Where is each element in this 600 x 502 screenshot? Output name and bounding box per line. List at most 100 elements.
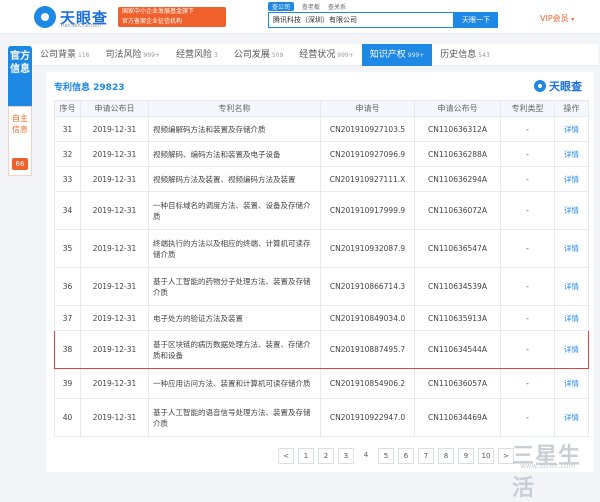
table-row: 35 2019-12-31 终端执行的方法以及相应的终端、计算机可读存储介质 C… xyxy=(54,229,589,268)
cell-pub-no: CN110636057A xyxy=(414,368,501,399)
table-header-row: 序号 申请公布日 专利名称 申请号 申请公布号 专利类型 操作 xyxy=(54,100,589,117)
cell-pub-no: CN110634544A xyxy=(414,330,501,369)
top-bar: 天眼查 TianYanCha.com 国家中小企业发展基金旗下 官方备案企业征信… xyxy=(0,0,600,34)
brand-text: 天眼查 xyxy=(549,80,582,93)
column-header-pub-no: 申请公布号 xyxy=(414,100,501,117)
eye-icon xyxy=(534,80,546,92)
page-button[interactable]: 9 xyxy=(458,448,474,464)
table-row: 34 2019-12-31 一种目标域名的调度方法、装置、设备及存储介质 CN2… xyxy=(54,191,589,230)
detail-link[interactable]: 详情 xyxy=(554,166,589,192)
panel-title: 专利信息 29823 xyxy=(54,80,124,93)
tab-intellectual-property[interactable]: 知识产权 999+ xyxy=(361,44,433,66)
cell-name: 一种目标域名的调度方法、装置、设备及存储介质 xyxy=(148,191,321,230)
cell-pub-no: CN110635913A xyxy=(414,305,501,331)
page-button[interactable]: 6 xyxy=(398,448,414,464)
cell-app-no: CN201910922947.0 xyxy=(320,398,415,437)
cell-type: - xyxy=(500,166,555,192)
tab-count: 116 xyxy=(78,52,90,59)
cell-date: 2019-12-31 xyxy=(80,116,149,142)
page-button[interactable]: 1 xyxy=(298,448,314,464)
vip-label: VIP会员 xyxy=(540,14,569,23)
cell-name: 基于人工智能的药物分子处理方法、装置及存储介质 xyxy=(148,267,321,306)
cell-app-no: CN201910854906.2 xyxy=(320,368,415,399)
page-button[interactable]: 8 xyxy=(438,448,454,464)
tab-count: 999+ xyxy=(407,52,425,59)
cell-app-no: CN201910927103.5 xyxy=(320,116,415,142)
cell-name: 基于区块链的病历数据处理方法、装置、存储介质和设备 xyxy=(148,330,321,369)
patent-count: 29823 xyxy=(93,83,125,93)
vip-menu[interactable]: VIP会员 ▾ xyxy=(540,13,574,24)
search-tab-boss[interactable]: 查老板 xyxy=(302,2,320,11)
detail-link[interactable]: 详情 xyxy=(554,368,589,399)
current-page: 4 xyxy=(363,451,369,459)
detail-link[interactable]: 详情 xyxy=(554,229,589,268)
site-watermark-url: www.3snet.com xyxy=(520,462,576,470)
promo-line-2: 官方备案企业征信机构 xyxy=(122,18,183,25)
promo-banner[interactable]: 国家中小企业发展基金旗下 官方备案企业征信机构 xyxy=(118,7,226,27)
search-button[interactable]: 天眼一下 xyxy=(454,12,498,28)
tab-count: 3 xyxy=(213,52,218,59)
tab-label: 知识产权 xyxy=(369,50,406,60)
detail-link[interactable]: 详情 xyxy=(554,330,589,369)
column-header-date: 申请公布日 xyxy=(80,100,149,117)
cell-pub-no: CN110636294A xyxy=(414,166,501,192)
tab-legal-risk[interactable]: 司法风险 999+ xyxy=(97,44,168,66)
cell-pub-no: CN110634469A xyxy=(414,398,501,437)
cell-no: 38 xyxy=(54,330,81,369)
detail-link[interactable]: 详情 xyxy=(554,116,589,142)
search-tab-company[interactable]: 查公司 xyxy=(268,2,295,11)
page-button[interactable]: 5 xyxy=(378,448,394,464)
tab-company-background[interactable]: 公司背景 116 xyxy=(32,44,97,66)
cell-name: 一种应用访问方法、装置和计算机可读存储介质 xyxy=(148,368,321,399)
cell-name: 视频解码、编码方法和装置及电子设备 xyxy=(148,141,321,167)
page-button[interactable]: 2 xyxy=(318,448,334,464)
tab-label: 经营状况 xyxy=(299,50,336,60)
tab-count: 509 xyxy=(271,52,284,59)
prev-page-button[interactable]: < xyxy=(278,448,294,464)
tab-operating-risk[interactable]: 经营风险 3 xyxy=(168,44,226,66)
search-type-tabs: 查公司 查老板 查关系 xyxy=(268,2,346,11)
column-header-action: 操作 xyxy=(554,100,589,117)
cell-type: - xyxy=(500,330,555,369)
detail-link[interactable]: 详情 xyxy=(554,141,589,167)
cell-no: 32 xyxy=(54,141,81,167)
cell-no: 34 xyxy=(54,191,81,230)
tab-business-status[interactable]: 经营状况 999+ xyxy=(291,44,362,66)
column-header-no: 序号 xyxy=(54,100,81,117)
cell-type: - xyxy=(500,305,555,331)
cell-type: - xyxy=(500,116,555,142)
cell-pub-no: CN110636288A xyxy=(414,141,501,167)
panel-title-text: 专利信息 xyxy=(54,83,91,93)
detail-link[interactable]: 详情 xyxy=(554,305,589,331)
cell-no: 33 xyxy=(54,166,81,192)
search-input[interactable]: 腾讯科技（深圳）有限公司 xyxy=(268,12,454,28)
tab-history[interactable]: 历史信息 543 xyxy=(432,44,497,66)
search-tab-relation[interactable]: 查关系 xyxy=(328,2,346,11)
cell-type: - xyxy=(500,229,555,268)
cell-app-no: CN201910927096.9 xyxy=(320,141,415,167)
cell-date: 2019-12-31 xyxy=(80,330,149,369)
cell-no: 35 xyxy=(54,229,81,268)
cell-date: 2019-12-31 xyxy=(80,191,149,230)
cell-name: 终端执行的方法以及相应的终端、计算机可读存储介质 xyxy=(148,229,321,268)
cell-name: 视频编解码方法和装置及存储介质 xyxy=(148,116,321,142)
cell-type: - xyxy=(500,141,555,167)
tab-company-development[interactable]: 公司发展 509 xyxy=(226,44,291,66)
cell-type: - xyxy=(500,191,555,230)
cell-pub-no: CN110636547A xyxy=(414,229,501,268)
chevron-down-icon: ▾ xyxy=(571,16,575,23)
detail-link[interactable]: 详情 xyxy=(554,398,589,437)
cell-date: 2019-12-31 xyxy=(80,398,149,437)
cell-date: 2019-12-31 xyxy=(80,141,149,167)
page-button[interactable]: 10 xyxy=(478,448,494,464)
detail-link[interactable]: 详情 xyxy=(554,267,589,306)
cell-pub-no: CN110636312A xyxy=(414,116,501,142)
cell-type: - xyxy=(500,398,555,437)
tab-label: 公司背景 xyxy=(40,50,77,60)
column-header-type: 专利类型 xyxy=(500,100,555,117)
side-tab-official[interactable]: 官方信息 xyxy=(8,46,32,106)
page-button[interactable]: 7 xyxy=(418,448,434,464)
page-button[interactable]: 3 xyxy=(338,448,354,464)
detail-link[interactable]: 详情 xyxy=(554,191,589,230)
table-row-highlighted: 38 2019-12-31 基于区块链的病历数据处理方法、装置、存储介质和设备 … xyxy=(54,330,589,369)
